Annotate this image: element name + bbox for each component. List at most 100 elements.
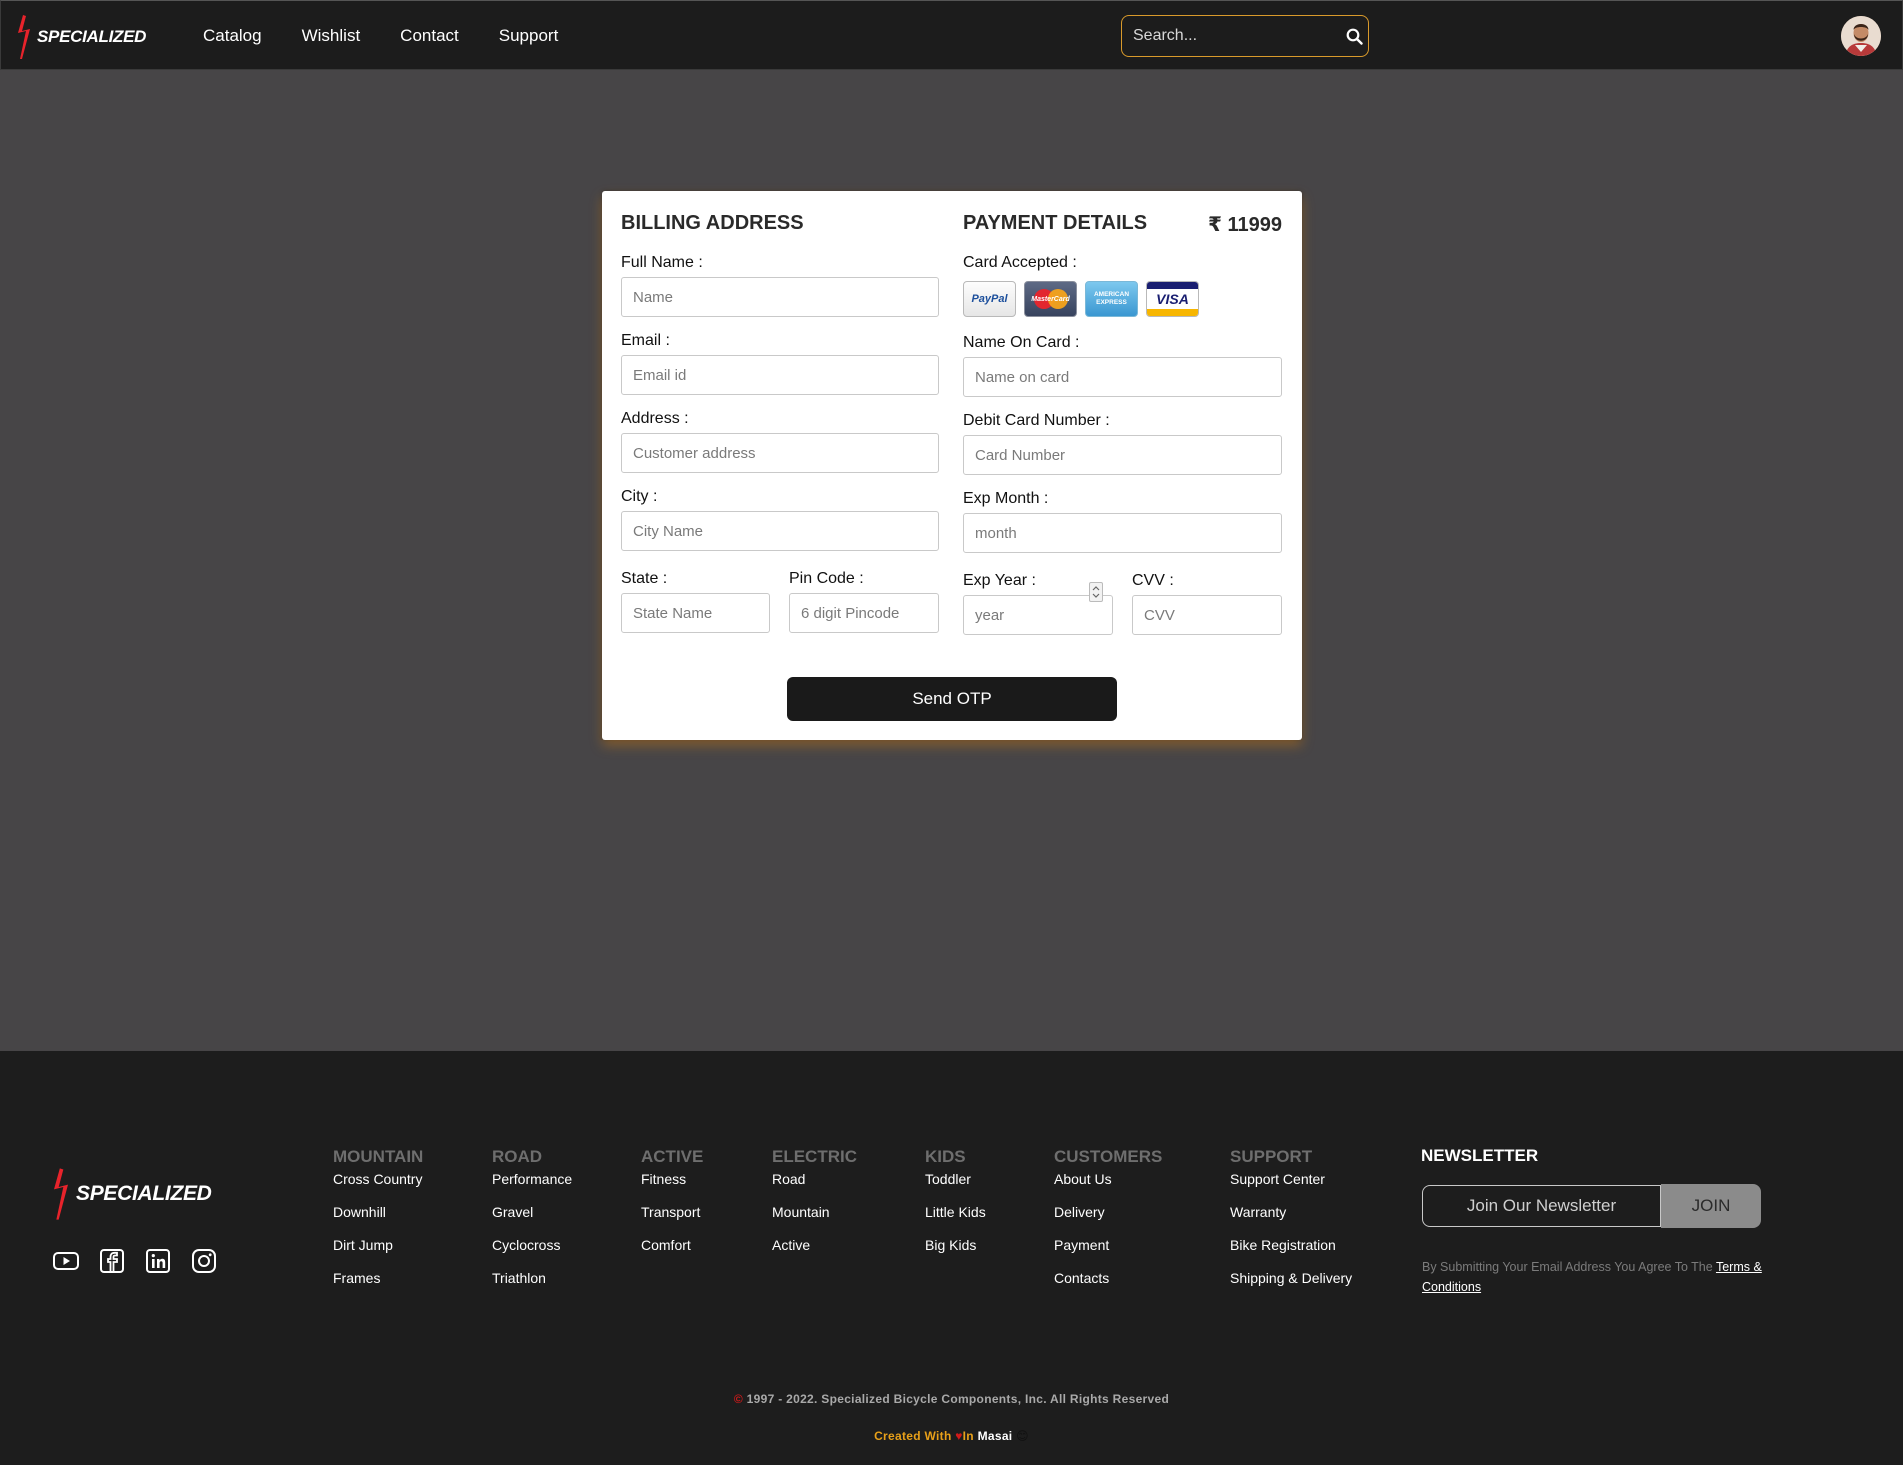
footer-link[interactable]: Road — [772, 1168, 857, 1201]
newsletter-title: NEWSLETTER — [1421, 1146, 1539, 1165]
checkout-card: BILLING ADDRESS Full Name : Email : Addr… — [602, 191, 1302, 740]
youtube-icon[interactable] — [52, 1247, 80, 1275]
email-label: Email : — [621, 332, 670, 349]
footer-link[interactable]: Triathlon — [492, 1267, 572, 1300]
footer-link[interactable]: Bike Registration — [1230, 1234, 1352, 1267]
footer-link[interactable]: About Us — [1054, 1168, 1162, 1201]
nav-support[interactable]: Support — [499, 26, 559, 46]
billing-title: BILLING ADDRESS — [621, 212, 804, 234]
in-text: In — [962, 1429, 974, 1443]
nav-wishlist[interactable]: Wishlist — [302, 26, 361, 46]
cards-accepted-field: Card Accepted : — [963, 253, 1282, 273]
facebook-icon[interactable] — [98, 1247, 126, 1275]
footer-col-heading: ELECTRIC — [772, 1147, 857, 1166]
visa-label: VISA — [1156, 291, 1189, 307]
paypal-label: PayPal — [971, 293, 1008, 305]
footer-link[interactable]: Little Kids — [925, 1201, 986, 1234]
exp-month-label: Exp Month : — [963, 490, 1049, 507]
brand-logo[interactable]: SPECIALIZED — [13, 13, 146, 61]
user-avatar-icon — [1841, 16, 1881, 56]
specialized-s-logo-icon — [18, 15, 30, 59]
city-field: City : — [621, 487, 939, 551]
send-otp-button[interactable]: Send OTP — [787, 677, 1117, 721]
footer-link[interactable]: Payment — [1054, 1234, 1162, 1267]
footer-link[interactable]: Active — [772, 1234, 857, 1267]
footer-wordmark: SPECIALIZED — [76, 1182, 212, 1205]
footer-link[interactable]: Support Center — [1230, 1168, 1352, 1201]
payment-title: PAYMENT DETAILS — [963, 212, 1148, 234]
footer-col-kids: KIDS Toddler Little Kids Big Kids — [925, 1146, 986, 1267]
footer-link[interactable]: Transport — [641, 1201, 703, 1234]
footer-col-heading: MOUNTAIN — [333, 1147, 424, 1166]
user-avatar[interactable] — [1841, 16, 1881, 56]
footer-col-heading: ACTIVE — [641, 1147, 704, 1166]
newsletter-terms: By Submitting Your Email Address You Agr… — [1422, 1257, 1802, 1297]
amex-label-1: AMERICAN — [1093, 291, 1130, 298]
name-on-card-input[interactable] — [963, 357, 1282, 397]
footer-link[interactable]: Big Kids — [925, 1234, 986, 1267]
full-name-input[interactable] — [621, 277, 939, 317]
instagram-icon[interactable] — [190, 1247, 218, 1275]
pincode-input[interactable] — [789, 593, 939, 633]
linkedin-icon[interactable] — [144, 1247, 172, 1275]
city-input[interactable] — [621, 511, 939, 551]
footer-col-road: ROAD Performance Gravel Cyclocross Triat… — [492, 1146, 572, 1300]
address-label: Address : — [621, 410, 689, 427]
nav-catalog[interactable]: Catalog — [203, 26, 262, 46]
created-with-line: Created With ♥In Masai 😊 — [0, 1429, 1903, 1443]
year-stepper[interactable] — [1089, 582, 1103, 602]
footer-link[interactable]: Delivery — [1054, 1201, 1162, 1234]
footer-link[interactable]: Fitness — [641, 1168, 703, 1201]
footer-link[interactable]: Cyclocross — [492, 1234, 572, 1267]
footer-logo[interactable]: SPECIALIZED — [48, 1166, 212, 1222]
address-input[interactable] — [621, 433, 939, 473]
card-number-input[interactable] — [963, 435, 1282, 475]
city-label: City : — [621, 488, 658, 505]
footer-link[interactable]: Mountain — [772, 1201, 857, 1234]
footer-col-electric: ELECTRIC Road Mountain Active — [772, 1146, 857, 1267]
full-name-label: Full Name : — [621, 254, 703, 271]
footer-link[interactable]: Gravel — [492, 1201, 572, 1234]
footer-col-heading: ROAD — [492, 1147, 543, 1166]
masai-text: Masai — [977, 1429, 1013, 1443]
footer-link[interactable]: Cross Country — [333, 1168, 423, 1201]
copyright-text: 1997 - 2022. Specialized Bicycle Compone… — [743, 1392, 1170, 1406]
exp-month-input[interactable] — [963, 513, 1282, 553]
state-input[interactable] — [621, 593, 770, 633]
newsletter-join-button[interactable]: JOIN — [1661, 1184, 1761, 1228]
search-input[interactable] — [1122, 16, 1340, 56]
cvv-input[interactable] — [1132, 595, 1282, 635]
footer-link[interactable]: Shipping & Delivery — [1230, 1267, 1352, 1300]
footer-link[interactable]: Warranty — [1230, 1201, 1352, 1234]
email-input[interactable] — [621, 355, 939, 395]
pincode-label: Pin Code : — [789, 570, 864, 587]
state-label: State : — [621, 570, 668, 587]
name-on-card-label: Name On Card : — [963, 334, 1080, 351]
pincode-field: Pin Code : — [789, 569, 939, 633]
nav-contact[interactable]: Contact — [400, 26, 459, 46]
footer-link[interactable]: Toddler — [925, 1168, 986, 1201]
amex-label-2: EXPRESS — [1096, 299, 1127, 306]
footer-link[interactable]: Downhill — [333, 1201, 423, 1234]
cards-accepted-label: Card Accepted : — [963, 254, 1077, 271]
order-total: ₹ 11999 — [1208, 214, 1282, 236]
search-box — [1121, 15, 1369, 57]
newsletter-email-input[interactable] — [1422, 1185, 1661, 1227]
footer-link[interactable]: Comfort — [641, 1234, 703, 1267]
footer-link[interactable]: Performance — [492, 1168, 572, 1201]
created-with-text: Created With — [874, 1429, 952, 1443]
footer-link[interactable]: Frames — [333, 1267, 423, 1300]
newsletter-form: JOIN — [1422, 1184, 1761, 1228]
state-field: State : — [621, 569, 770, 633]
footer-link[interactable]: Contacts — [1054, 1267, 1162, 1300]
site-footer: SPECIALIZED MOUNTAIN Cross Country Downh… — [0, 1051, 1903, 1465]
footer-col-heading: SUPPORT — [1230, 1147, 1313, 1166]
footer-col-mountain: MOUNTAIN Cross Country Downhill Dirt Jum… — [333, 1146, 423, 1300]
full-name-field: Full Name : — [621, 253, 939, 317]
brand-wordmark: SPECIALIZED — [37, 27, 147, 46]
cvv-label: CVV : — [1132, 572, 1174, 589]
footer-link[interactable]: Dirt Jump — [333, 1234, 423, 1267]
footer-col-heading: KIDS — [925, 1147, 966, 1166]
main-nav: Catalog Wishlist Contact Support — [203, 1, 598, 71]
search-icon[interactable] — [1340, 16, 1368, 56]
